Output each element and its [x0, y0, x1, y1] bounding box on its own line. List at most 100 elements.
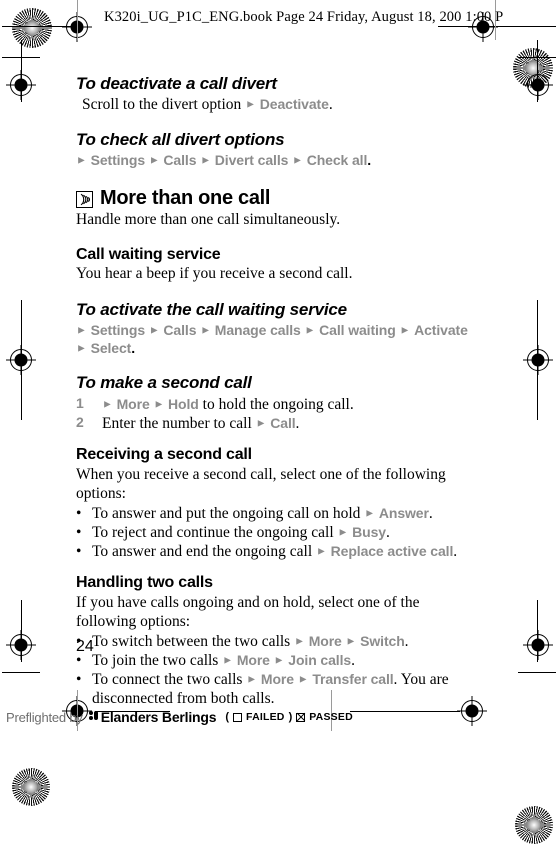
trim-rule-top-right [438, 26, 556, 27]
bullet-leading-text: To switch between the two calls [92, 632, 295, 650]
bullet-list-receiving: • To answer and put the ongoing call on … [76, 504, 476, 562]
page-content: To deactivate a call divert Scroll to th… [76, 74, 476, 708]
bullet-list-handling: • To switch between the two calls ► More… [76, 632, 476, 709]
failed-checkbox-icon [233, 712, 243, 722]
step-item: 1 ► More ► Hold to hold the ongoing call… [76, 395, 476, 414]
trim-rule-vertical-right-low [537, 600, 538, 662]
heading-call-waiting-service: Call waiting service [76, 245, 221, 263]
bullet-trailing-text: . [453, 543, 458, 561]
ui-path-segment: Call [270, 415, 296, 432]
ui-path-segment: Call waiting [319, 321, 396, 338]
step-text: Enter the number to call ► Call. [102, 414, 476, 433]
passed-label: PASSED [309, 711, 353, 723]
registration-rosette-bottom-left [12, 768, 50, 806]
trim-rule-vertical-left [21, 40, 22, 102]
paragraph-handling-two-calls: If you have calls ongoing and on hold, s… [76, 593, 420, 630]
ui-path-check-all-divert: ► Settings ► Calls ► Divert calls ► Chec… [76, 152, 476, 170]
list-item: • To connect the two calls ► More ► Tran… [76, 670, 476, 708]
path-arrow-icon: ► [245, 98, 256, 111]
list-item-text: To answer and put the ongoing call on ho… [92, 504, 476, 523]
path-arrow-icon: ► [76, 324, 87, 337]
step-number: 1 [76, 395, 84, 412]
bullet-leading-text: To answer and end the ongoing call [92, 543, 317, 561]
trim-rule-vertical-right-mid [537, 300, 538, 420]
trim-rule-top-left [2, 26, 77, 27]
path-arrow-icon: ► [255, 417, 267, 430]
path-arrow-icon: ► [148, 154, 160, 167]
heading-deactivate-call-divert: To deactivate a call divert [76, 74, 277, 93]
trim-rule-bottom-right [350, 711, 460, 712]
list-item-text: To answer and end the ongoing call ► Rep… [92, 542, 476, 561]
passed-checkbox-icon [296, 712, 306, 722]
bullet-icon: • [76, 504, 82, 522]
ui-path-segment: More [260, 670, 294, 687]
ui-path-segment: Answer [378, 504, 429, 521]
list-item: • To reject and continue the ongoing cal… [76, 523, 476, 542]
trim-rule-vertical-left-low [21, 600, 22, 662]
path-arrow-icon: ► [102, 398, 113, 411]
page-number: 24 [76, 638, 94, 655]
ui-path-segment: More [116, 396, 150, 413]
ui-path-activate-call-waiting-continued: ► Select. [76, 340, 476, 358]
path-arrow-icon: ► [200, 324, 211, 337]
ui-path-segment: Check all [306, 152, 368, 168]
paren-close: ) [288, 711, 293, 723]
ui-path-deactivate: Deactivate [259, 95, 329, 112]
numbered-step-list: 1 ► More ► Hold to hold the ongoing call… [76, 395, 476, 433]
heading-more-than-one-call: More than one call [76, 186, 476, 210]
elanders-logo-icon [88, 711, 98, 723]
path-arrow-icon: ► [337, 526, 349, 539]
bullet-icon: • [76, 543, 82, 561]
paragraph-deactivate-steps: Scroll to the divert option ► Deactivate… [76, 96, 476, 115]
trim-rule-lower-left [2, 672, 40, 673]
ui-path-segment: Activate [414, 321, 468, 338]
ui-path-segment: More [236, 651, 270, 668]
list-item-text: To reject and continue the ongoing call … [92, 523, 476, 542]
bullet-leading-text: To answer and put the ongoing call on ho… [92, 504, 365, 522]
path-arrow-icon: ► [246, 673, 258, 686]
ui-path-segment: Replace active call [330, 543, 454, 560]
bullet-trailing-text: . [351, 651, 355, 669]
path-arrow-icon: ► [222, 654, 234, 667]
trim-rule-vertical-left-mid [21, 300, 22, 420]
deactivate-text-prefix: Scroll to the divert option [82, 95, 246, 113]
failed-label: FAILED [246, 711, 285, 723]
list-item-text: To connect the two calls ► More ► Transf… [92, 670, 476, 708]
path-arrow-icon: ► [364, 507, 376, 520]
heading-make-second-call: To make a second call [76, 373, 252, 393]
calling-waves-icon [76, 190, 93, 209]
ui-path-segment: Hold [168, 396, 199, 413]
ui-path-segment: Calls [163, 152, 197, 168]
step-trailing-text: . [295, 415, 300, 433]
bullet-leading-text: To connect the two calls [92, 670, 247, 688]
list-item-text: To switch between the two calls ► More ►… [92, 632, 476, 651]
path-arrow-icon: ► [399, 324, 411, 337]
ui-path-segment: Busy [352, 523, 386, 540]
path-arrow-icon: ► [292, 154, 303, 167]
ui-path-terminator: . [131, 339, 136, 356]
ui-path-segment: Settings [90, 152, 146, 168]
ui-path-segment: More [308, 632, 342, 649]
list-item-text: To join the two calls ► More ► Join call… [92, 651, 476, 670]
path-arrow-icon: ► [76, 342, 87, 355]
registration-rosette-top-left [12, 8, 52, 48]
heading-check-all-divert-options: To check all divert options [76, 130, 285, 150]
step-number: 2 [76, 414, 84, 431]
list-item: • To switch between the two calls ► More… [76, 632, 476, 651]
step-leading-text: Enter the number to call [102, 415, 256, 433]
path-arrow-icon: ► [76, 154, 87, 167]
step-trailing-text: to hold the ongoing call. [198, 396, 354, 414]
bullet-trailing-text: . [428, 504, 433, 522]
step-text: ► More ► Hold to hold the ongoing call. [102, 395, 476, 414]
path-arrow-icon: ► [153, 398, 165, 411]
trim-rule-lower-right [518, 672, 556, 673]
paren-open: ( [225, 711, 230, 723]
list-item: • To join the two calls ► More ► Join ca… [76, 651, 476, 670]
ui-path-segment: Settings [90, 321, 146, 338]
ui-path-segment: Switch [360, 632, 405, 649]
bullet-trailing-text: . [385, 523, 390, 541]
bullet-icon: • [76, 523, 82, 541]
heading-handling-two-calls: Handling two calls [76, 574, 213, 592]
paragraph-call-waiting-service: You hear a beep if you receive a second … [76, 265, 353, 283]
path-arrow-icon: ► [294, 635, 305, 648]
